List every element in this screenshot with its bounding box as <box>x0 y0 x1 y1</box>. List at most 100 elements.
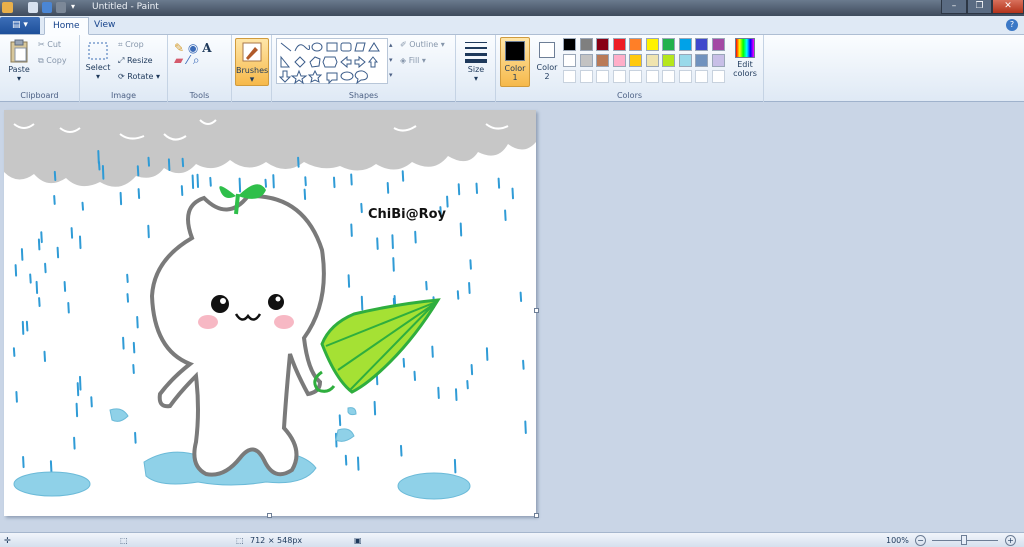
rain-drop <box>20 248 24 261</box>
brushes-dropdown-icon[interactable]: ▾ <box>236 75 268 85</box>
rain-drop <box>75 402 79 418</box>
close-button[interactable]: ✕ <box>992 0 1024 14</box>
redo-icon[interactable] <box>56 2 66 13</box>
colors-group-label: Colors <box>616 91 643 100</box>
palette-swatch[interactable] <box>596 38 609 51</box>
rain-drop <box>272 174 275 189</box>
rotate-button[interactable]: ⟳ Rotate ▾ <box>118 72 160 81</box>
tools-group: ✎ ◉ A ▰ ⁄ ⌕ Tools <box>168 35 232 102</box>
palette-swatch[interactable] <box>695 54 708 67</box>
shapes-gallery-icons <box>278 42 380 85</box>
resize-button[interactable]: ⤢ Resize <box>118 56 153 66</box>
left-eye-highlight <box>220 298 226 304</box>
palette-swatch[interactable] <box>711 54 725 67</box>
customize-quick-access-icon[interactable]: ▾ <box>71 2 82 13</box>
palette-swatch[interactable] <box>645 70 659 83</box>
tab-view[interactable]: View <box>86 17 123 35</box>
resize-handle-corner[interactable] <box>534 513 539 518</box>
undo-icon[interactable] <box>42 2 52 13</box>
outline-button[interactable]: ✐ Outline ▾ <box>400 40 445 49</box>
right-eye <box>268 294 284 310</box>
palette-swatch[interactable] <box>579 38 593 51</box>
paint-app-icon[interactable] <box>2 2 13 13</box>
right-eye-highlight <box>275 296 281 302</box>
rain-drop <box>360 202 363 214</box>
color2-button[interactable]: Color 2 <box>533 37 561 87</box>
paint-window: ▾ Untitled - Paint – ❐ ✕ ▤ ▾ Home View ?… <box>0 0 1024 547</box>
resize-handle-right[interactable] <box>534 308 539 313</box>
clipboard-group-label: Clipboard <box>20 91 59 100</box>
drawing-canvas[interactable]: ChiBi@Roy <box>4 110 539 518</box>
rain-drop <box>67 302 70 314</box>
canvas-workspace[interactable]: ChiBi@Roy <box>0 102 1024 532</box>
cut-button[interactable]: ✂ Cut <box>38 40 61 49</box>
rain-drop <box>126 293 129 303</box>
help-icon[interactable]: ? <box>1006 19 1018 31</box>
palette-swatch[interactable] <box>678 54 692 67</box>
palette-swatch[interactable] <box>711 70 725 83</box>
palette-swatch[interactable] <box>612 38 626 51</box>
rain-drop <box>53 195 56 205</box>
paint-menu-button[interactable]: ▤ ▾ <box>0 17 40 34</box>
outline-icon: ✐ <box>400 40 407 49</box>
palette-swatch[interactable] <box>596 54 609 67</box>
magnifier-icon[interactable]: ⌕ <box>193 53 200 67</box>
zoom-in-button[interactable]: + <box>1005 535 1016 546</box>
eraser-icon[interactable]: ▰ <box>174 53 183 67</box>
copy-button[interactable]: ⧉ Copy <box>38 56 67 66</box>
brushes-button[interactable]: Brushes ▾ <box>235 38 269 86</box>
select-button[interactable]: Select ▾ <box>84 41 112 81</box>
rain-drop <box>101 165 105 180</box>
save-icon[interactable] <box>28 2 38 13</box>
fill-button[interactable]: ◈ Fill ▾ <box>400 56 426 65</box>
tab-home[interactable]: Home <box>44 17 89 35</box>
paste-button[interactable]: Paste ▾ <box>4 39 34 83</box>
palette-swatch[interactable] <box>678 70 692 83</box>
palette-swatch[interactable] <box>678 38 692 51</box>
copy-icon: ⧉ <box>38 56 44 65</box>
rainbow-palette-icon <box>735 38 755 58</box>
palette-swatch[interactable] <box>662 54 675 67</box>
palette-swatch[interactable] <box>579 70 593 83</box>
palette-swatch[interactable] <box>662 38 675 51</box>
rain-drop <box>79 235 82 250</box>
text-tool-icon[interactable]: A <box>202 41 211 55</box>
palette-swatch[interactable] <box>711 38 725 51</box>
edit-colors-button[interactable]: Edit colors <box>730 38 760 78</box>
shapes-gallery[interactable] <box>276 38 388 85</box>
paste-dropdown-icon[interactable]: ▾ <box>4 74 34 83</box>
minimize-button[interactable]: – <box>941 0 967 14</box>
palette-swatch[interactable] <box>629 70 642 83</box>
palette-swatch[interactable] <box>563 54 576 67</box>
shapes-scroll[interactable]: ▴ ▾ ▾ <box>389 38 397 84</box>
select-dropdown-icon[interactable]: ▾ <box>84 72 112 81</box>
rotate-icon: ⟳ <box>118 72 125 81</box>
rain-drop <box>470 364 474 376</box>
color1-button[interactable]: Color 1 <box>500 37 530 87</box>
color-picker-icon[interactable]: ⁄ <box>187 53 189 67</box>
palette-swatch[interactable] <box>579 54 593 67</box>
restore-button[interactable]: ❐ <box>967 0 992 14</box>
palette-swatch[interactable] <box>695 38 708 51</box>
size-dropdown-icon[interactable]: ▾ <box>460 74 492 83</box>
zoom-out-button[interactable]: − <box>915 535 926 546</box>
palette-swatch[interactable] <box>596 70 609 83</box>
edit-colors-label-line1: Edit <box>737 60 753 69</box>
palette-swatch[interactable] <box>629 54 642 67</box>
size-button[interactable]: Size ▾ <box>460 39 492 83</box>
palette-swatch[interactable] <box>695 70 708 83</box>
zoom-slider-thumb[interactable] <box>961 535 967 545</box>
rain-drop <box>360 295 364 311</box>
palette-swatch[interactable] <box>662 70 675 83</box>
resize-handle-bottom[interactable] <box>267 513 272 518</box>
palette-swatch[interactable] <box>612 54 626 67</box>
palette-swatch[interactable] <box>645 54 659 67</box>
palette-swatch[interactable] <box>563 38 576 51</box>
palette-swatch[interactable] <box>563 70 576 83</box>
palette-swatch[interactable] <box>612 70 626 83</box>
crop-button[interactable]: ⌗ Crop <box>118 40 144 50</box>
color2-swatch <box>539 42 555 58</box>
palette-swatch[interactable] <box>645 38 659 51</box>
palette-swatch[interactable] <box>629 38 642 51</box>
crop-label: Crop <box>125 40 144 49</box>
